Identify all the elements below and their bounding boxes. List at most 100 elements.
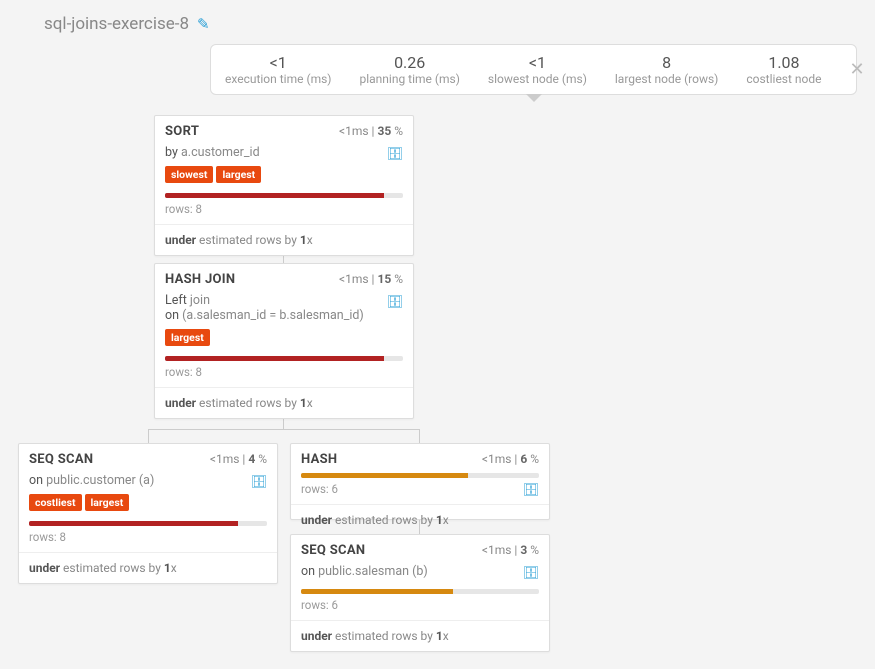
stat-largest-node: 8 largest node (rows) [615, 53, 718, 86]
stat-costliest-node: 1.08 costliest node [746, 53, 821, 86]
node-body: 🗄 rows: 6 [291, 473, 549, 504]
stat-label: costliest node [746, 72, 821, 86]
database-icon[interactable]: 🗄 [522, 566, 539, 581]
node-title: SEQ SCAN [301, 543, 365, 558]
node-timing: <1ms | 3 % [482, 543, 539, 557]
node-time-value: <1ms [339, 272, 369, 286]
foot-suffix: x [307, 396, 313, 410]
plan-title: sql-joins-exercise-8 [44, 14, 189, 34]
foot-suffix: x [171, 561, 177, 575]
connector [148, 429, 420, 430]
node-hash[interactable]: HASH <1ms | 6 % 🗄 rows: 6 under estimate… [290, 443, 550, 520]
rows-text: rows: 8 [29, 530, 267, 544]
stat-slowest-node: <1 slowest node (ms) [488, 53, 587, 86]
node-title: SORT [165, 124, 199, 139]
foot-word: under [29, 561, 60, 575]
close-icon[interactable]: ✕ [850, 59, 865, 80]
foot-word: under [165, 233, 196, 247]
node-time-value: <1ms [482, 452, 512, 466]
stat-value: <1 [225, 53, 331, 72]
pointer-icon [526, 94, 542, 102]
badges: largest [165, 329, 403, 346]
foot-mid: estimated rows by [196, 233, 300, 247]
node-detail: on public.customer (a) [29, 473, 267, 488]
detail-keyword: by [165, 145, 178, 160]
badge-slowest: slowest [165, 166, 213, 183]
node-body: 🗄 Left join on (a.salesman_id = b.salesm… [155, 293, 413, 387]
foot-mid: estimated rows by [60, 561, 164, 575]
stat-label: slowest node (ms) [488, 72, 587, 86]
rows-text: rows: 8 [165, 202, 403, 216]
progress-bar [165, 193, 403, 198]
badges: slowest largest [165, 166, 403, 183]
foot-mid: estimated rows by [196, 396, 300, 410]
foot-factor: 1 [164, 561, 171, 575]
node-detail: on (a.salesman_id = b.salesman_id) [165, 308, 403, 323]
node-header: HASH <1ms | 6 % [291, 444, 549, 473]
rows-text: rows: 6 [301, 598, 539, 612]
page-header: sql-joins-exercise-8 ✎ [0, 0, 875, 44]
progress-fill [29, 521, 238, 526]
node-header: SEQ SCAN <1ms | 3 % [291, 535, 549, 564]
node-sort[interactable]: SORT <1ms | 35 % 🗄 by a.customer_id slow… [154, 115, 414, 256]
detail-keyword: Left [165, 293, 190, 308]
node-pct: 6 [520, 452, 527, 466]
foot-mid: estimated rows by [332, 513, 436, 527]
foot-word: under [301, 513, 332, 527]
node-seq-scan-customer[interactable]: SEQ SCAN <1ms | 4 % 🗄 on public.customer… [18, 443, 278, 584]
detail-text: public.salesman (b) [318, 564, 428, 579]
rows-text: rows: 8 [165, 365, 403, 379]
node-header: SEQ SCAN <1ms | 4 % [19, 444, 277, 473]
detail-text: public.customer (a) [46, 473, 154, 488]
node-seq-scan-salesman[interactable]: SEQ SCAN <1ms | 3 % 🗄 on public.salesman… [290, 534, 550, 652]
progress-bar [165, 356, 403, 361]
database-icon[interactable]: 🗄 [522, 483, 539, 498]
foot-suffix: x [443, 513, 449, 527]
node-detail: Left join [165, 293, 403, 308]
badges: costliest largest [29, 494, 267, 511]
node-body: 🗄 on public.salesman (b) rows: 6 [291, 564, 549, 620]
progress-bar [301, 589, 539, 594]
node-hash-join[interactable]: HASH JOIN <1ms | 15 % 🗄 Left join on (a.… [154, 263, 414, 419]
node-timing: <1ms | 6 % [482, 452, 539, 466]
node-header: HASH JOIN <1ms | 15 % [155, 264, 413, 293]
edit-icon[interactable]: ✎ [197, 15, 210, 33]
node-title: HASH JOIN [165, 272, 235, 287]
foot-factor: 1 [436, 513, 443, 527]
node-time-value: <1ms [339, 124, 369, 138]
node-title: HASH [301, 452, 337, 467]
detail-keyword: on [301, 564, 318, 579]
node-header: SORT <1ms | 35 % [155, 116, 413, 145]
detail-keyword: on [165, 308, 182, 323]
foot-factor: 1 [300, 233, 307, 247]
stat-label: largest node (rows) [615, 72, 718, 86]
node-timing: <1ms | 15 % [339, 272, 403, 286]
database-icon[interactable]: 🗄 [386, 295, 403, 310]
detail-text: (a.salesman_id = b.salesman_id) [182, 308, 364, 323]
foot-word: under [165, 396, 196, 410]
foot-suffix: x [307, 233, 313, 247]
node-footer: under estimated rows by 1x [291, 504, 549, 535]
foot-mid: estimated rows by [332, 629, 436, 643]
stat-planning-time: 0.26 planning time (ms) [359, 53, 459, 86]
node-detail: by a.customer_id [165, 145, 403, 160]
stat-value: 8 [615, 53, 718, 72]
foot-suffix: x [443, 629, 449, 643]
progress-fill [301, 589, 453, 594]
stat-label: execution time (ms) [225, 72, 331, 86]
node-body: 🗄 on public.customer (a) costliest large… [19, 473, 277, 552]
progress-fill [165, 193, 384, 198]
stat-execution-time: <1 execution time (ms) [225, 53, 331, 86]
stat-value: 1.08 [746, 53, 821, 72]
node-footer: under estimated rows by 1x [155, 224, 413, 255]
stats-bar: <1 execution time (ms) 0.26 planning tim… [210, 44, 857, 95]
foot-factor: 1 [436, 629, 443, 643]
node-time-value: <1ms [210, 452, 240, 466]
node-footer: under estimated rows by 1x [19, 552, 277, 583]
node-pct: 15 [377, 272, 391, 286]
detail-text: a.customer_id [181, 145, 260, 160]
node-time-value: <1ms [482, 543, 512, 557]
database-icon[interactable]: 🗄 [386, 147, 403, 162]
database-icon[interactable]: 🗄 [250, 475, 267, 490]
node-body: 🗄 by a.customer_id slowest largest rows:… [155, 145, 413, 224]
